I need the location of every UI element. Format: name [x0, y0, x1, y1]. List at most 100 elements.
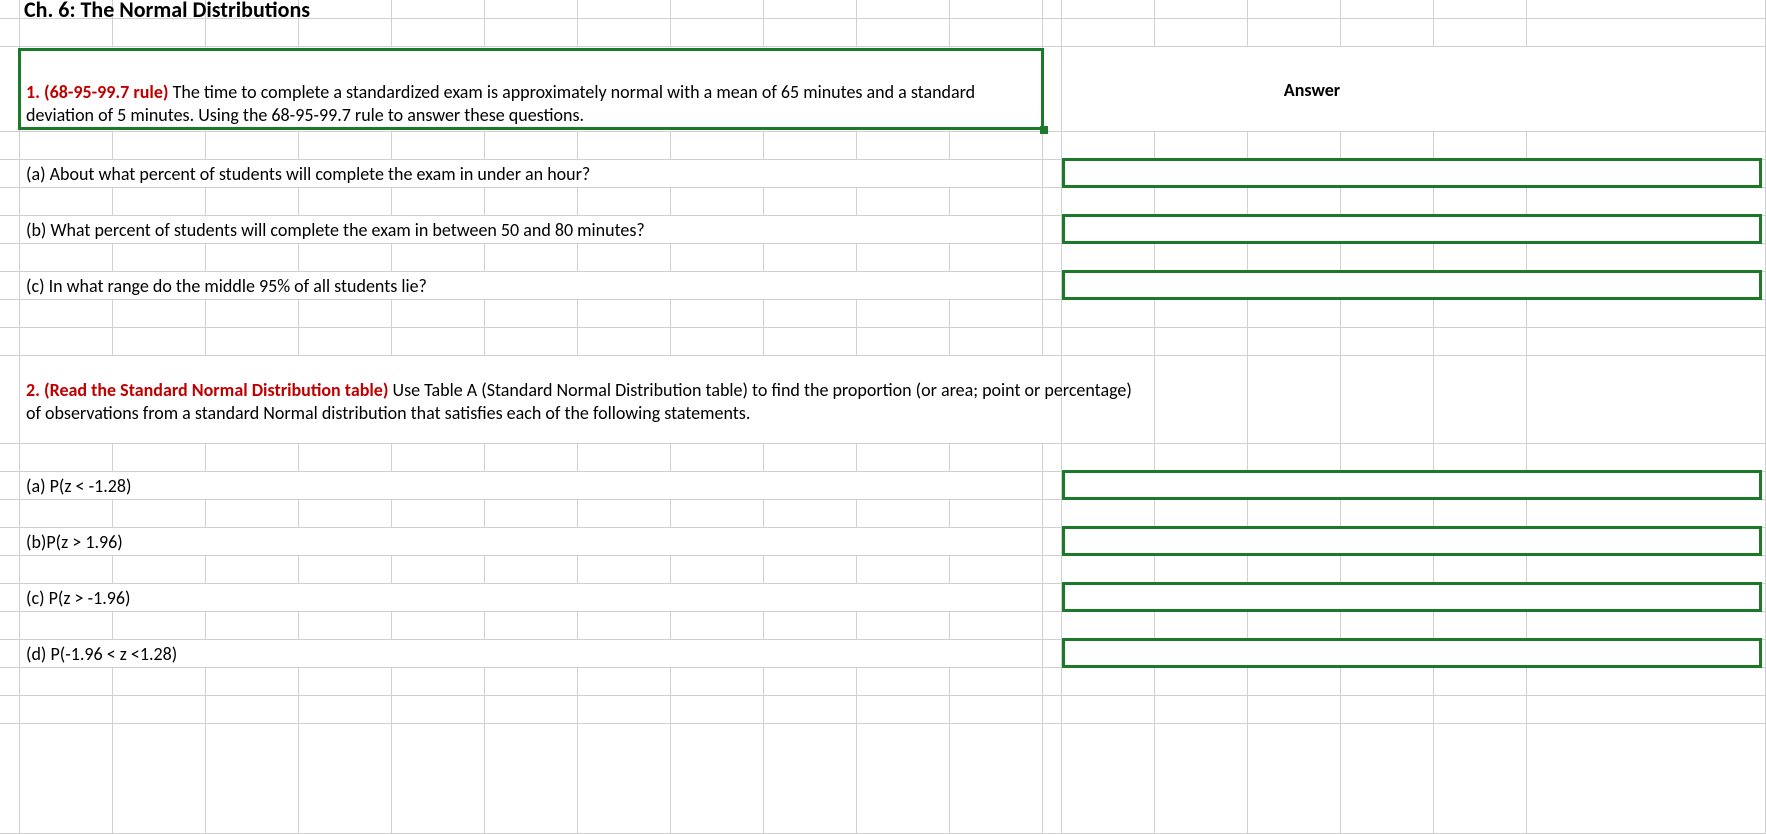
grid-cell[interactable] [1527, 500, 1766, 528]
grid-cell[interactable] [857, 500, 950, 528]
grid-cell[interactable] [0, 160, 20, 188]
grid-cell[interactable] [1527, 356, 1766, 444]
selection-handle-icon[interactable] [1040, 126, 1048, 134]
grid-cell[interactable] [113, 556, 206, 584]
grid-cell[interactable] [485, 300, 578, 328]
answer-box-q1c[interactable] [1062, 270, 1762, 300]
grid-cell[interactable] [299, 472, 392, 500]
grid-cell[interactable] [1155, 500, 1248, 528]
grid-cell[interactable] [1155, 612, 1248, 640]
grid-cell[interactable] [113, 188, 206, 216]
grid-cell[interactable] [764, 19, 857, 47]
answer-box-q2c[interactable] [1062, 582, 1762, 612]
grid-cell[interactable] [1043, 500, 1062, 528]
grid-cell[interactable] [578, 668, 671, 696]
grid-cell[interactable] [1527, 132, 1766, 160]
grid-cell[interactable] [1043, 160, 1062, 188]
grid-cell[interactable] [1155, 696, 1248, 724]
grid-cell[interactable] [1341, 556, 1434, 584]
grid-cell[interactable] [950, 472, 1043, 500]
grid-cell[interactable] [671, 19, 764, 47]
grid-cell[interactable] [1341, 300, 1434, 328]
q1a-text[interactable]: (a) About what percent of students will … [22, 160, 594, 188]
grid-cell[interactable] [0, 300, 20, 328]
grid-cell[interactable] [485, 328, 578, 356]
grid-cell[interactable] [485, 244, 578, 272]
grid-cell[interactable] [1527, 696, 1766, 724]
grid-cell[interactable] [1248, 356, 1341, 444]
grid-cell[interactable] [1155, 132, 1248, 160]
grid-cell[interactable] [1043, 444, 1062, 472]
grid-cell[interactable] [1155, 0, 1248, 19]
grid-cell[interactable] [764, 188, 857, 216]
grid-cell[interactable] [392, 472, 485, 500]
grid-cell[interactable] [1341, 0, 1434, 19]
grid-cell[interactable] [113, 328, 206, 356]
grid-cell[interactable] [578, 528, 671, 556]
grid-cell[interactable] [392, 556, 485, 584]
grid-cell[interactable] [0, 47, 20, 132]
grid-cell[interactable] [578, 556, 671, 584]
grid-cell[interactable] [1062, 132, 1155, 160]
grid-cell[interactable] [1043, 584, 1062, 612]
grid-cell[interactable] [578, 612, 671, 640]
grid-cell[interactable] [671, 724, 764, 834]
grid-cell[interactable] [857, 668, 950, 696]
grid-cell[interactable] [0, 472, 20, 500]
grid-cell[interactable] [392, 188, 485, 216]
grid-cell[interactable] [764, 300, 857, 328]
grid-cell[interactable] [1527, 556, 1766, 584]
grid-cell[interactable] [206, 132, 299, 160]
grid-cell[interactable] [950, 244, 1043, 272]
grid-cell[interactable] [0, 188, 20, 216]
grid-cell[interactable] [1248, 612, 1341, 640]
grid-cell[interactable] [0, 19, 20, 47]
grid-cell[interactable] [857, 444, 950, 472]
grid-cell[interactable] [206, 640, 299, 668]
grid-cell[interactable] [671, 696, 764, 724]
grid-cell[interactable] [299, 19, 392, 47]
grid-cell[interactable] [1062, 668, 1155, 696]
grid-cell[interactable] [671, 640, 764, 668]
grid-cell[interactable] [1062, 556, 1155, 584]
grid-cell[interactable] [113, 528, 206, 556]
grid-cell[interactable] [0, 356, 20, 444]
q2-prompt[interactable]: 2. (Read the Standard Normal Distributio… [22, 360, 1142, 444]
grid-cell[interactable] [1062, 444, 1155, 472]
grid-cell[interactable] [299, 668, 392, 696]
grid-cell[interactable] [485, 640, 578, 668]
grid-cell[interactable] [0, 556, 20, 584]
grid-cell[interactable] [1434, 0, 1527, 19]
grid-cell[interactable] [485, 612, 578, 640]
grid-cell[interactable] [1527, 47, 1766, 132]
grid-cell[interactable] [1341, 612, 1434, 640]
grid-cell[interactable] [1434, 19, 1527, 47]
grid-cell[interactable] [1434, 188, 1527, 216]
grid-cell[interactable] [857, 272, 950, 300]
grid-cell[interactable] [1434, 300, 1527, 328]
grid-cell[interactable] [1527, 188, 1766, 216]
grid-cell[interactable] [671, 584, 764, 612]
grid-cell[interactable] [1434, 556, 1527, 584]
grid-cell[interactable] [764, 724, 857, 834]
grid-cell[interactable] [0, 640, 20, 668]
grid-cell[interactable] [299, 556, 392, 584]
grid-cell[interactable] [299, 612, 392, 640]
grid-cell[interactable] [857, 160, 950, 188]
grid-cell[interactable] [113, 444, 206, 472]
grid-cell[interactable] [206, 500, 299, 528]
grid-cell[interactable] [0, 132, 20, 160]
grid-cell[interactable] [1341, 188, 1434, 216]
grid-cell[interactable] [1043, 216, 1062, 244]
grid-cell[interactable] [299, 584, 392, 612]
grid-cell[interactable] [485, 444, 578, 472]
grid-cell[interactable] [1248, 444, 1341, 472]
grid-cell[interactable] [299, 188, 392, 216]
grid-cell[interactable] [671, 612, 764, 640]
grid-cell[interactable] [392, 300, 485, 328]
grid-cell[interactable] [671, 216, 764, 244]
grid-cell[interactable] [764, 584, 857, 612]
grid-cell[interactable] [950, 300, 1043, 328]
grid-cell[interactable] [1043, 188, 1062, 216]
grid-cell[interactable] [764, 244, 857, 272]
